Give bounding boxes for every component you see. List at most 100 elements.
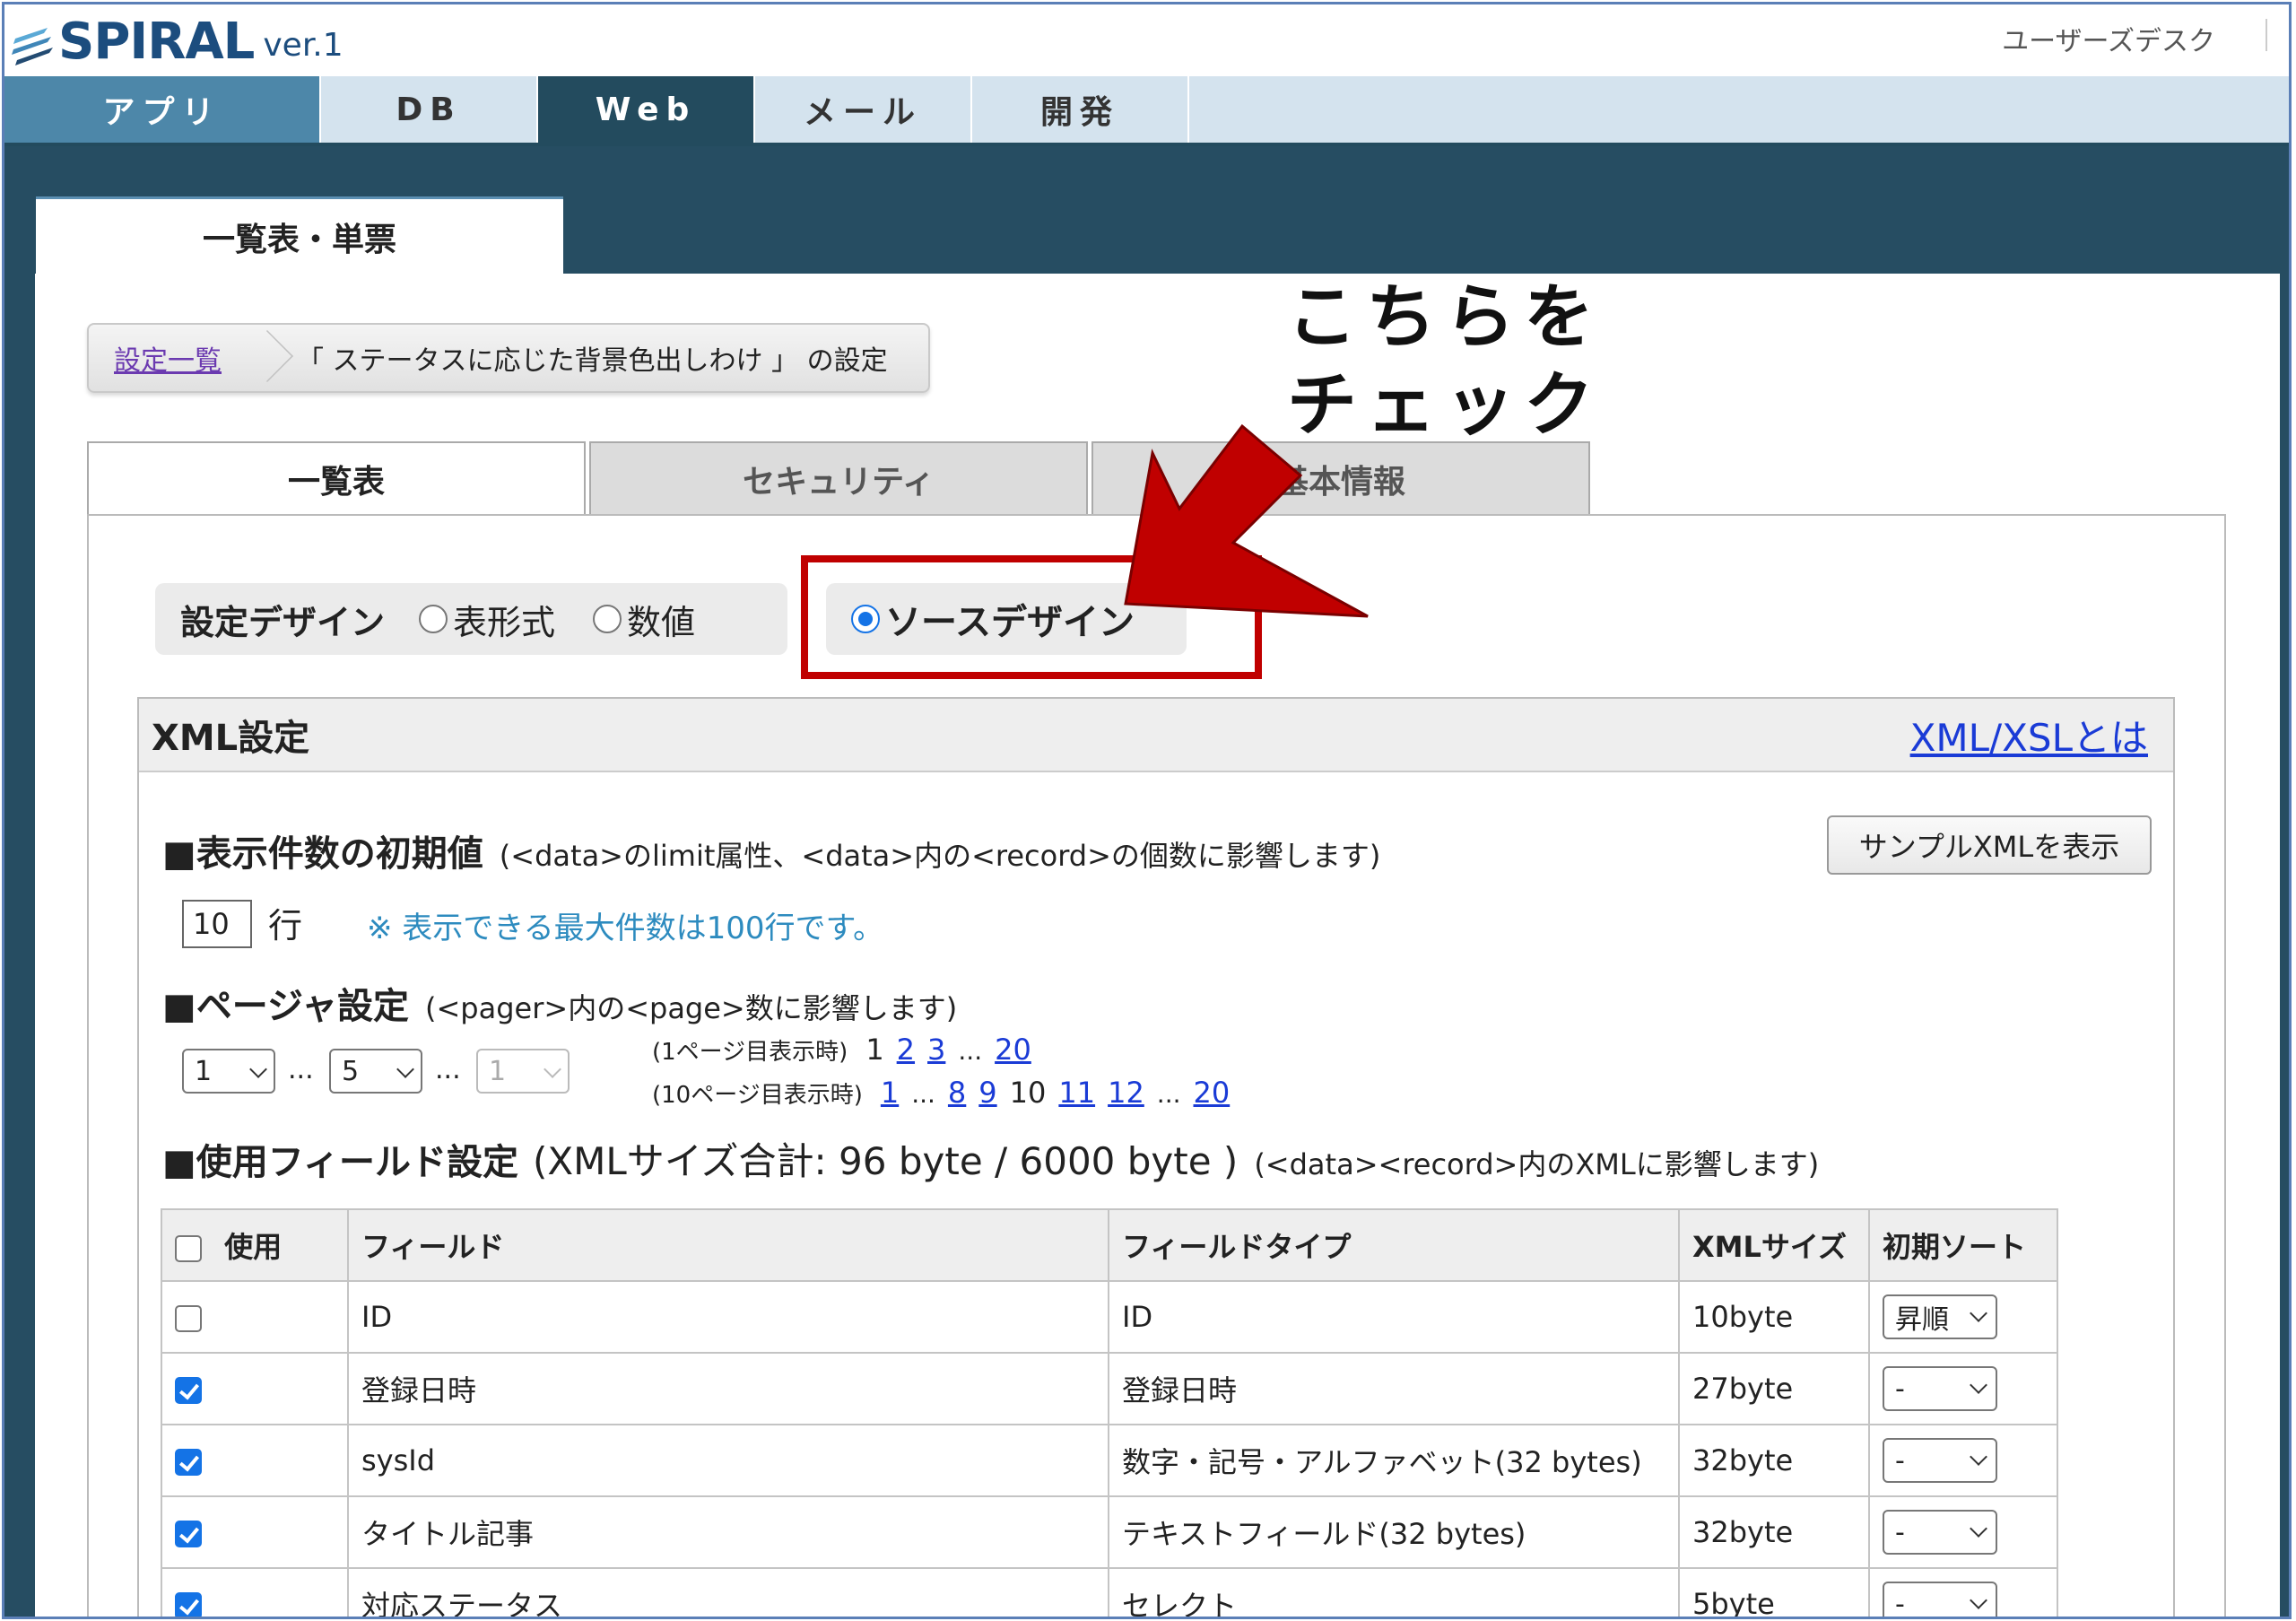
radio-circle-icon[interactable] bbox=[419, 605, 448, 633]
pager-link[interactable]: 2 bbox=[897, 1033, 915, 1067]
pager-caption: (10ページ目表示時) bbox=[652, 1082, 863, 1109]
table-header-row: 使用 フィールド フィールドタイプ XMLサイズ 初期ソート bbox=[161, 1208, 2058, 1282]
type-cell: 数字・記号・アルファベット(32 bytes) bbox=[1108, 1424, 1680, 1497]
fields-note: (<data><record>内のXMLに影響します) bbox=[1254, 1147, 1820, 1181]
fields-heading: ■使用フィールド設定 bbox=[162, 1142, 518, 1183]
pager-preview-page10: (10ページ目表示時) 1 ... 8 9 10 11 12 ... 20 bbox=[652, 1076, 1242, 1110]
pager-count-select[interactable]: 5 bbox=[329, 1049, 422, 1094]
pager-link[interactable]: 1 bbox=[881, 1076, 899, 1110]
right-border bbox=[2280, 274, 2289, 1617]
field-cell: ID bbox=[347, 1280, 1109, 1354]
spiral-logo[interactable]: SPIRAL ver.1 bbox=[12, 10, 344, 69]
ellipsis: ... bbox=[911, 1079, 935, 1109]
select-value: - bbox=[1895, 1373, 1905, 1405]
subtab-list-single[interactable]: 一覧表・単票 bbox=[36, 196, 563, 274]
type-cell: テキストフィールド(32 bytes) bbox=[1108, 1495, 1680, 1569]
column-initial-sort: 初期ソート bbox=[1868, 1208, 2058, 1282]
xml-title: XML設定 bbox=[152, 718, 310, 759]
left-border bbox=[4, 274, 35, 1617]
sub-nav: 一覧表・単票 bbox=[4, 146, 2289, 274]
pager-link[interactable]: 8 bbox=[948, 1076, 966, 1110]
column-label: 使用 bbox=[224, 1230, 283, 1264]
use-cell bbox=[161, 1424, 349, 1497]
nav-tab-dev[interactable]: 開発 bbox=[972, 76, 1189, 143]
tab-list[interactable]: 一覧表 bbox=[87, 441, 586, 515]
select-value: 昇順 bbox=[1895, 1304, 1949, 1336]
pager-heading: ■ページャ設定 bbox=[162, 986, 409, 1027]
xml-settings: XML設定 XML/XSLとは ■表示件数の初期値 (<data>のlimit属… bbox=[137, 697, 2175, 1619]
use-checkbox[interactable] bbox=[175, 1377, 202, 1404]
breadcrumb-chevron-icon bbox=[248, 323, 275, 393]
limit-heading: ■表示件数の初期値 bbox=[162, 833, 483, 875]
sort-select[interactable]: - bbox=[1883, 1438, 1997, 1483]
pager-end-select-disabled: 1 bbox=[476, 1049, 570, 1094]
radio-numeric[interactable]: 数値 bbox=[593, 595, 695, 644]
use-cell bbox=[161, 1567, 349, 1617]
header-divider bbox=[2266, 19, 2267, 51]
pager-link[interactable]: 20 bbox=[995, 1033, 1031, 1067]
breadcrumb-current: 「 ステータスに応じた背景色出しわけ 」 の設定 bbox=[297, 345, 888, 377]
breadcrumb-settings-list-link[interactable]: 設定一覧 bbox=[89, 338, 248, 378]
nav-tab-db[interactable]: DB bbox=[321, 76, 538, 143]
ellipsis: ... bbox=[958, 1036, 983, 1066]
table-row: 登録日時 登録日時 27byte - bbox=[161, 1352, 2058, 1425]
sort-select[interactable]: - bbox=[1883, 1366, 1997, 1411]
use-checkbox[interactable] bbox=[175, 1449, 202, 1476]
tab-security[interactable]: セキュリティ bbox=[589, 441, 1088, 515]
select-all-checkbox[interactable] bbox=[175, 1235, 202, 1262]
table-row: sysId 数字・記号・アルファベット(32 bytes) 32byte - bbox=[161, 1424, 2058, 1497]
select-value: 5 bbox=[342, 1055, 360, 1087]
sort-select[interactable]: - bbox=[1883, 1510, 1997, 1555]
breadcrumb: 設定一覧 「 ステータスに応じた背景色出しわけ 」 の設定 bbox=[87, 323, 930, 393]
spiral-logo-icon bbox=[12, 28, 53, 65]
use-checkbox[interactable] bbox=[175, 1592, 202, 1617]
limit-hint: ※ 表示できる最大件数は100行です。 bbox=[367, 911, 884, 946]
size-cell: 32byte bbox=[1678, 1424, 1870, 1497]
logo-text: SPIRAL bbox=[58, 13, 255, 71]
use-cell bbox=[161, 1280, 349, 1354]
radio-table-format[interactable]: 表形式 bbox=[419, 595, 555, 644]
pager-link[interactable]: 12 bbox=[1108, 1076, 1144, 1110]
sort-cell: - bbox=[1868, 1567, 2058, 1619]
chevron-down-icon bbox=[1970, 1591, 1987, 1609]
field-cell: 対応ステータス bbox=[347, 1567, 1109, 1617]
column-field: フィールド bbox=[347, 1208, 1109, 1282]
users-desk-link[interactable]: ユーザーズデスク bbox=[2002, 19, 2215, 58]
type-cell: ID bbox=[1108, 1280, 1680, 1354]
xml-xsl-help-link[interactable]: XML/XSLとは bbox=[1910, 708, 2148, 763]
chevron-down-icon bbox=[1970, 1376, 1987, 1394]
pager-link[interactable]: 3 bbox=[927, 1033, 945, 1067]
limit-input[interactable]: 10 bbox=[182, 900, 252, 948]
nav-tab-app[interactable]: アプリ bbox=[4, 76, 321, 143]
radio-circle-icon[interactable] bbox=[593, 605, 622, 633]
chevron-down-icon bbox=[1970, 1520, 1987, 1538]
table-row: 対応ステータス セレクト 5byte - bbox=[161, 1567, 2058, 1619]
use-cell bbox=[161, 1352, 349, 1425]
sort-cell: - bbox=[1868, 1424, 2058, 1497]
size-cell: 32byte bbox=[1678, 1495, 1870, 1569]
nav-tab-mail[interactable]: メール bbox=[755, 76, 972, 143]
header: SPIRAL ver.1 ユーザーズデスク bbox=[4, 4, 2289, 76]
sort-select[interactable]: - bbox=[1883, 1582, 1997, 1619]
field-cell: sysId bbox=[347, 1424, 1109, 1497]
select-value: - bbox=[1895, 1444, 1905, 1477]
fields-table: 使用 フィールド フィールドタイプ XMLサイズ 初期ソート ID ID 10b… bbox=[161, 1208, 2058, 1619]
ellipsis: ... bbox=[435, 1054, 461, 1085]
ellipsis: ... bbox=[1156, 1079, 1181, 1109]
nav-tab-web[interactable]: Web bbox=[538, 76, 755, 143]
limit-note: (<data>のlimit属性、<data>内の<record>の個数に影響しま… bbox=[499, 839, 1381, 873]
pager-start-select[interactable]: 1 bbox=[182, 1049, 275, 1094]
app-window: SPIRAL ver.1 ユーザーズデスク アプリ DB Web メール 開発 … bbox=[2, 2, 2292, 1619]
use-cell bbox=[161, 1495, 349, 1569]
pager-link[interactable]: 11 bbox=[1058, 1076, 1095, 1110]
use-checkbox[interactable] bbox=[175, 1521, 202, 1547]
pager-link[interactable]: 9 bbox=[978, 1076, 996, 1110]
sample-xml-button[interactable]: サンプルXMLを表示 bbox=[1827, 815, 2152, 875]
use-checkbox[interactable] bbox=[175, 1305, 202, 1332]
select-value: - bbox=[1895, 1588, 1905, 1619]
chevron-down-icon bbox=[396, 1060, 414, 1078]
sort-select[interactable]: 昇順 bbox=[1883, 1294, 1997, 1339]
size-cell: 27byte bbox=[1678, 1352, 1870, 1425]
design-label: 設定デザイン bbox=[180, 602, 386, 642]
pager-link[interactable]: 20 bbox=[1194, 1076, 1231, 1110]
